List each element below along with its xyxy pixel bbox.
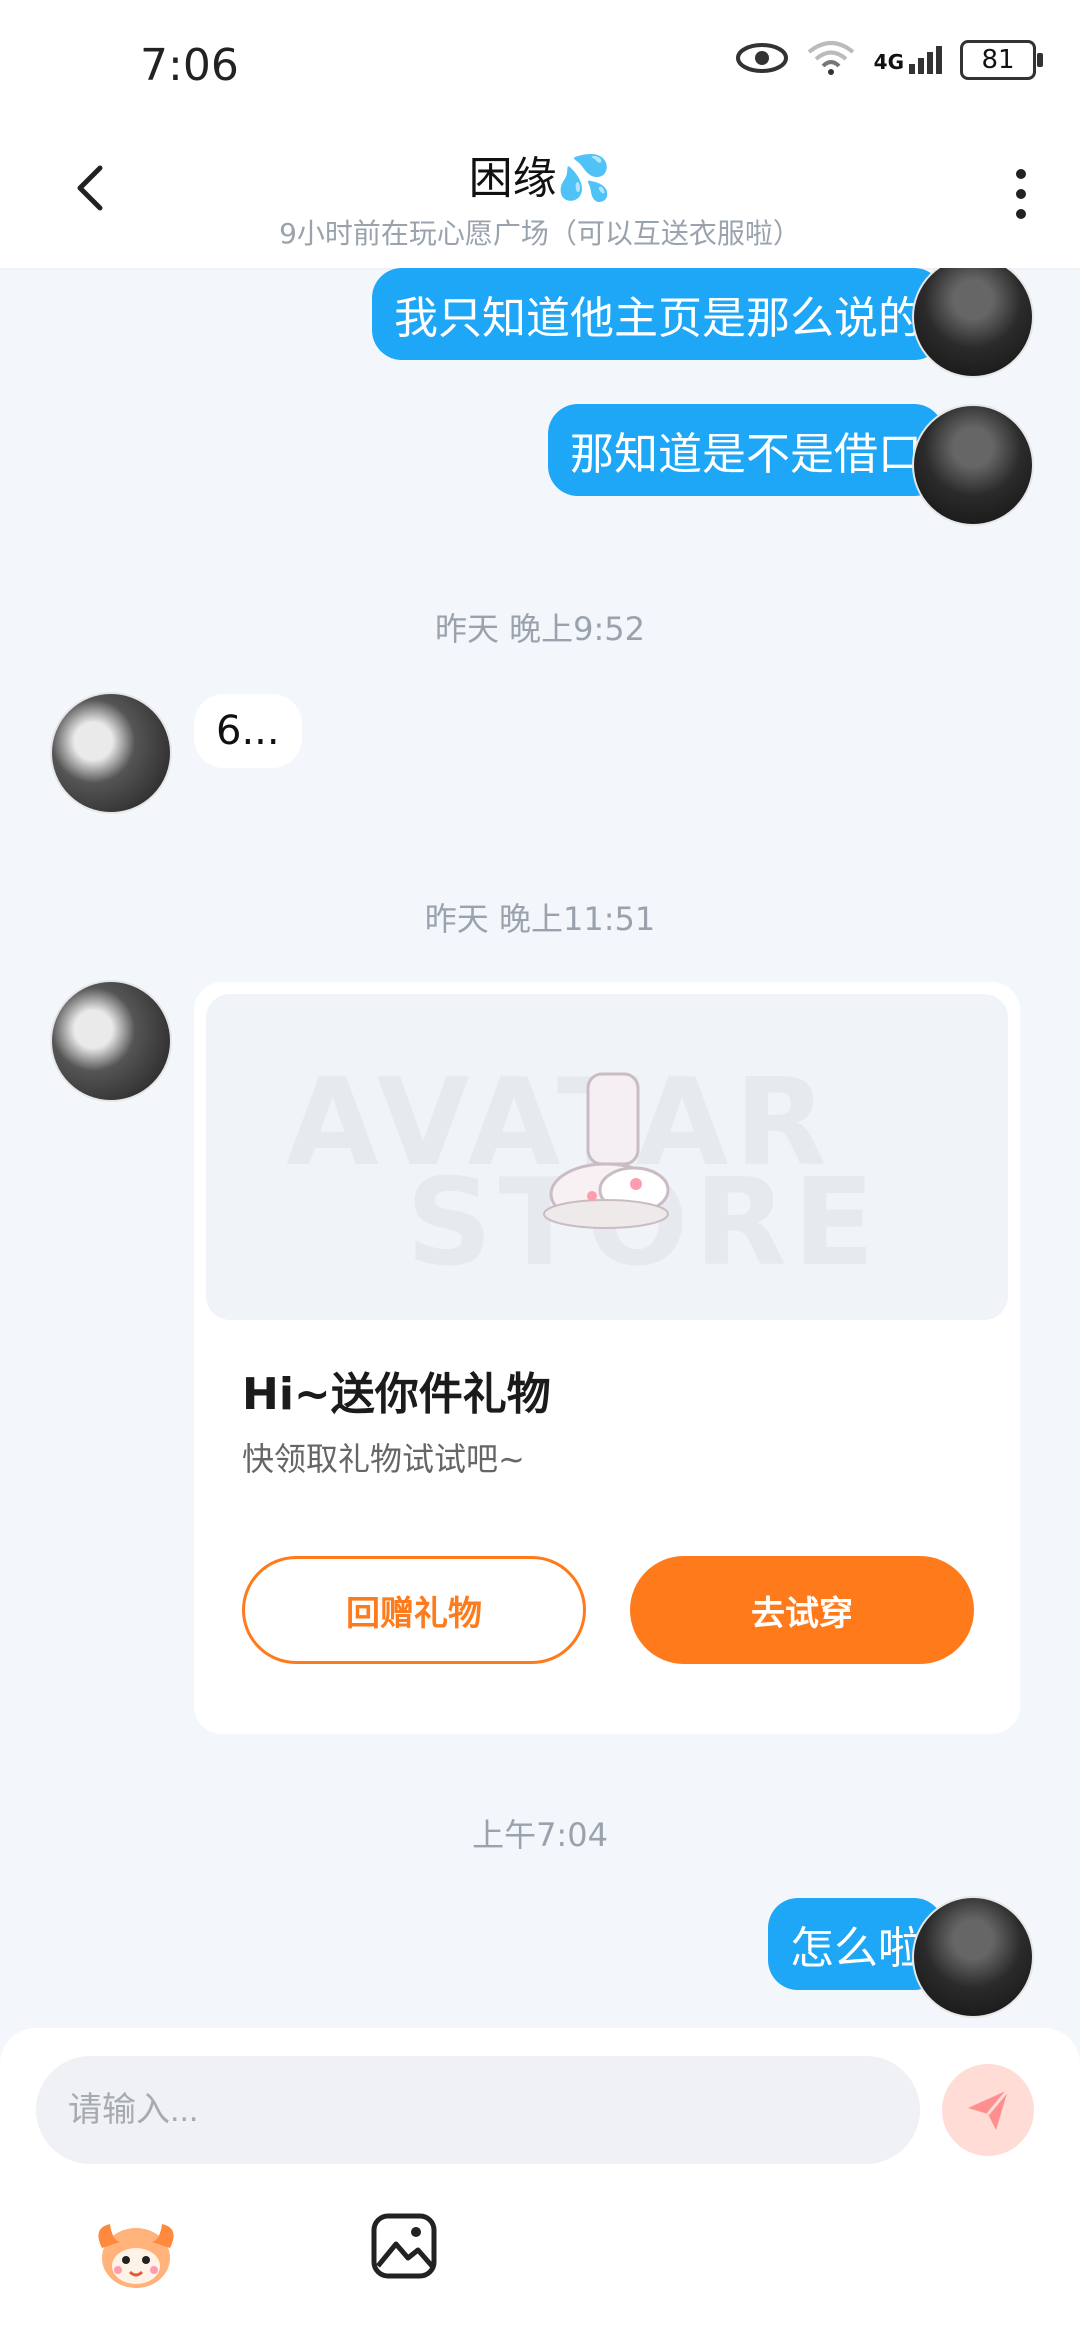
more-button[interactable] [1006, 164, 1036, 224]
timestamp: 上午7:04 [472, 1816, 608, 1854]
my-avatar[interactable] [912, 268, 1034, 378]
message-input[interactable] [36, 2056, 920, 2164]
image-icon [371, 2213, 437, 2279]
send-icon [968, 2089, 1010, 2130]
my-avatar[interactable] [912, 1896, 1034, 2018]
gift-title: Hi~送你件礼物 [242, 1369, 551, 1420]
my-avatar[interactable] [912, 404, 1034, 526]
chat-title-wrap: 困缘💦 9小时前在玩心愿广场（可以互送衣服啦） [0, 142, 1080, 252]
status-bar: 7:06 4G 81 [0, 0, 1080, 130]
status-time: 7:06 [140, 40, 239, 91]
contact-name: 困缘💦 [468, 153, 612, 204]
message-bubble-outgoing[interactable]: 我只知道他主页是那么说的 [372, 268, 944, 360]
battery-indicator: 81 [960, 40, 1043, 80]
more-vertical-icon [1016, 169, 1026, 219]
gift-image: AVATAR STORE [206, 994, 1008, 1320]
timestamp: 昨天 晚上11:51 [424, 900, 656, 938]
eye-icon [735, 40, 788, 80]
timestamp: 昨天 晚上9:52 [434, 610, 646, 648]
signal-icon: 4G [874, 46, 942, 74]
gift-subtitle: 快领取礼物试试吧~ [242, 1440, 525, 1478]
message-bubble-incoming[interactable]: 6... [194, 694, 302, 768]
wifi-icon [806, 40, 856, 80]
emoji-button[interactable] [92, 2208, 180, 2296]
chat-area[interactable]: 我只知道他主页是那么说的 那知道是不是借口 昨天 晚上9:52 6... 昨天 … [0, 268, 1080, 2028]
contact-status: 9小时前在玩心愿广场（可以互送衣服啦） [279, 217, 801, 250]
return-gift-button[interactable]: 回赠礼物 [242, 1556, 586, 1664]
chat-header: 困缘💦 9小时前在玩心愿广场（可以互送衣服啦） [0, 130, 1080, 268]
try-on-button[interactable]: 去试穿 [630, 1556, 974, 1664]
status-icons: 4G 81 [735, 40, 1043, 80]
contact-avatar[interactable] [50, 692, 172, 814]
mascot-emoji-icon [98, 2224, 174, 2288]
gift-card[interactable]: AVATAR STORE Hi~送你件礼物 快领取礼物试试吧~ 回赠礼物 去试穿 [194, 982, 1020, 1734]
message-bubble-outgoing[interactable]: 那知道是不是借口 [548, 404, 944, 496]
input-bar [0, 2028, 1080, 2340]
image-button[interactable] [368, 2210, 440, 2282]
battery-level: 81 [981, 45, 1015, 75]
send-button[interactable] [942, 2064, 1034, 2156]
network-type-label: 4G [873, 50, 904, 74]
contact-avatar[interactable] [50, 980, 172, 1102]
gift-shoes-icon [543, 1072, 670, 1229]
